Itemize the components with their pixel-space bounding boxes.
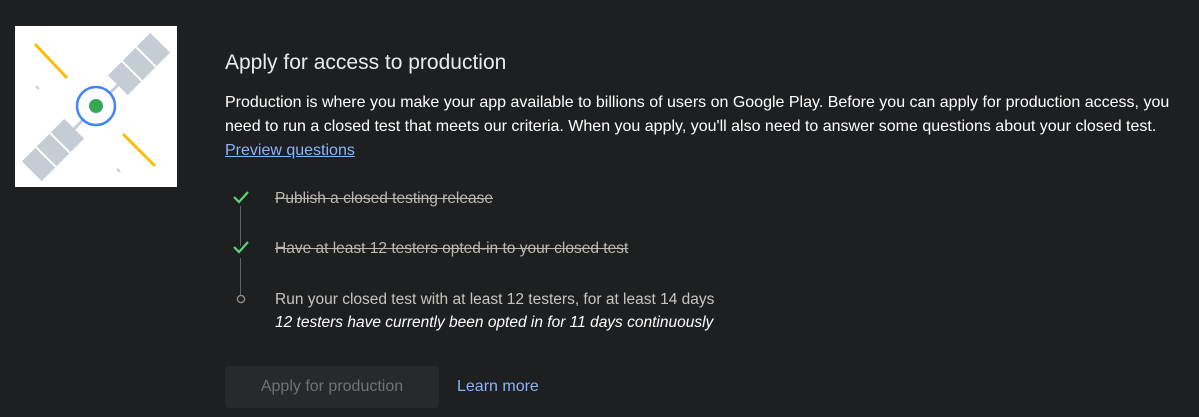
section-title: Apply for access to production bbox=[225, 51, 507, 74]
satellite-illustration bbox=[15, 26, 177, 187]
check-icon bbox=[230, 236, 252, 258]
description-text: Production is where you make your app av… bbox=[225, 94, 1170, 135]
section-content: Apply for access to production Productio… bbox=[225, 50, 1185, 163]
learn-more-link[interactable]: Learn more bbox=[457, 376, 539, 398]
apply-for-production-button[interactable]: Apply for production bbox=[225, 366, 439, 408]
satellite-icon bbox=[21, 32, 171, 182]
step-label: Publish a closed testing release bbox=[275, 190, 493, 207]
step-progress-detail: 12 testers have currently been opted in … bbox=[275, 314, 714, 331]
circle-outline-icon bbox=[230, 288, 252, 310]
production-access-card: Apply for access to production Productio… bbox=[0, 0, 1199, 417]
step-label: Have at least 12 testers opted-in to you… bbox=[275, 240, 629, 257]
section-description: Production is where you make your app av… bbox=[225, 91, 1190, 163]
step-label: Run your closed test with at least 12 te… bbox=[275, 291, 715, 308]
check-icon bbox=[230, 186, 252, 208]
preview-questions-link[interactable]: Preview questions bbox=[225, 142, 355, 159]
